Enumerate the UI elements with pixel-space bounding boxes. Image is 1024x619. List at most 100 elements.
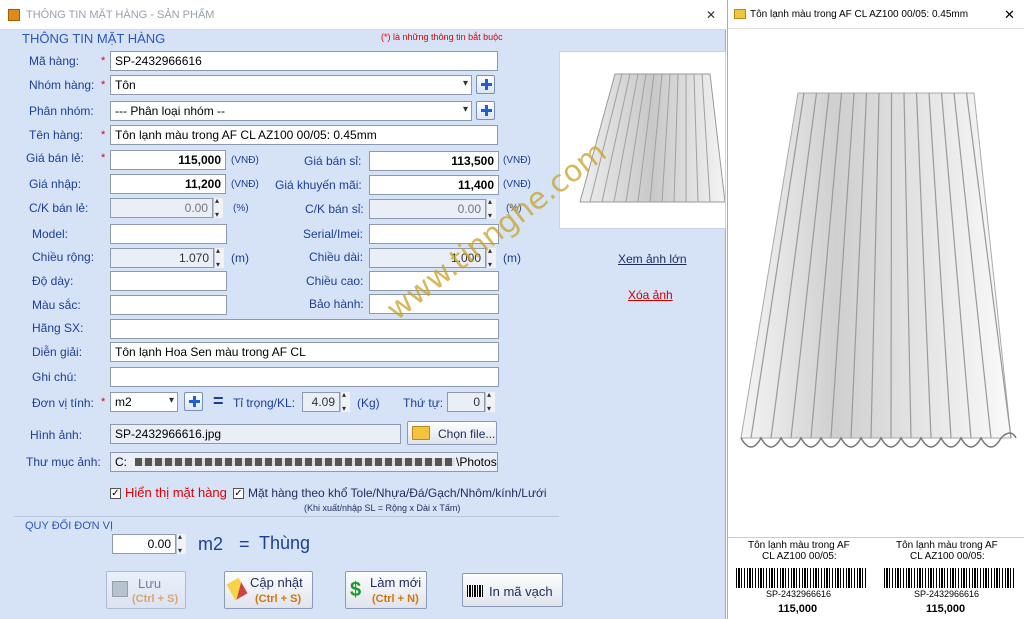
thu-tu-stepper[interactable] xyxy=(485,390,495,413)
print-barcode-label: In mã vạch xyxy=(489,584,553,599)
nhom-hang-label: Nhóm hàng: xyxy=(29,78,95,92)
add-don-vi-tinh-button[interactable] xyxy=(184,392,203,411)
ti-trong-label: Tỉ trọng/KL: xyxy=(233,396,296,410)
barcode xyxy=(736,568,868,588)
required-marker: * xyxy=(101,396,106,408)
refresh-button[interactable]: $ Làm mới (Ctrl + N) xyxy=(345,571,427,609)
phan-nhom-value: --- Phân loại nhóm -- xyxy=(115,104,226,118)
mau-sac-input[interactable] xyxy=(110,295,227,315)
required-note: (*) là những thông tin bắt buộc xyxy=(381,32,503,42)
model-label: Model: xyxy=(32,227,69,241)
barcode-label: Tôn lạnh màu trong AF CL AZ100 00/05: SP… xyxy=(732,539,872,619)
ma-hang-input[interactable]: SP-2432966616 xyxy=(110,51,498,71)
barcode-name-line2: CL AZ100 00/05: xyxy=(910,551,985,562)
thu-muc-anh-prefix: C: xyxy=(115,455,127,469)
gia-khuyen-mai-label: Giá khuyến mãi: xyxy=(275,178,362,192)
chieu-rong-input[interactable]: 1.070 xyxy=(110,248,214,268)
required-marker: * xyxy=(101,55,106,67)
don-vi-tinh-select[interactable]: m2 ▾ xyxy=(110,392,178,412)
redacted-path xyxy=(135,458,455,466)
chieu-dai-unit: (m) xyxy=(503,251,521,265)
theo-kho-note: (Khi xuất/nhập SL = Rộng x Dài x Tấm) xyxy=(304,503,461,513)
quy-doi-unit-from: m2 xyxy=(198,534,224,554)
refresh-icon: $ xyxy=(350,579,362,601)
quy-doi-title: QUY ĐỔI ĐƠN VỊ xyxy=(25,520,114,532)
quy-doi-stepper[interactable] xyxy=(176,532,186,555)
phan-nhom-select[interactable]: --- Phân loại nhóm -- ▾ xyxy=(110,101,472,121)
preview-title-bar: Tôn lạnh màu trong AF CL AZ100 00/05: 0.… xyxy=(728,0,1024,29)
update-button[interactable]: Cập nhật (Ctrl + S) xyxy=(224,571,313,609)
gia-ban-le-input[interactable]: 115,000 xyxy=(110,150,226,170)
thu-tu-input[interactable]: 0 xyxy=(447,392,485,412)
hien-thi-checkbox[interactable]: ✓ xyxy=(110,488,121,499)
hang-sx-label: Hãng SX: xyxy=(32,321,84,335)
chevron-down-icon: ▾ xyxy=(462,104,468,115)
required-marker: * xyxy=(101,129,106,141)
ghi-chu-input[interactable] xyxy=(110,367,499,387)
bao-hanh-label: Bảo hành: xyxy=(309,297,364,311)
dien-giai-label: Diễn giải: xyxy=(32,345,83,359)
ti-trong-stepper[interactable] xyxy=(340,390,350,413)
thu-muc-anh-label: Thư mục ảnh: xyxy=(26,455,101,469)
barcode-code: SP-2432966616 xyxy=(914,589,980,599)
refresh-label: Làm mới xyxy=(370,575,422,590)
preview-divider xyxy=(728,537,1024,538)
ti-trong-input[interactable]: 4.09 xyxy=(302,392,340,412)
product-form-window: THÔNG TIN MẶT HÀNG - SẢN PHẨM ✕ THÔNG TI… xyxy=(0,0,726,619)
print-barcode-button[interactable]: In mã vạch xyxy=(462,573,563,607)
close-icon[interactable]: ✕ xyxy=(706,8,716,22)
ten-hang-label: Tên hàng: xyxy=(29,128,84,142)
hang-sx-input[interactable] xyxy=(110,319,499,339)
close-icon[interactable]: ✕ xyxy=(1004,7,1015,23)
gia-ban-si-input[interactable]: 113,500 xyxy=(369,151,499,171)
hinh-anh-input[interactable]: SP-2432966616.jpg xyxy=(110,424,401,444)
quy-doi-input[interactable]: 0.00 xyxy=(112,534,176,554)
title-bar: THÔNG TIN MẶT HÀNG - SẢN PHẨM ✕ xyxy=(0,0,726,30)
ck-ban-le-stepper[interactable] xyxy=(213,196,223,219)
barcode-price: 115,000 xyxy=(778,603,818,615)
save-label: Lưu xyxy=(138,576,162,591)
gia-ban-le-label: Giá bán lẻ: xyxy=(26,151,85,165)
gia-nhap-input[interactable]: 11,200 xyxy=(110,174,226,194)
gia-ban-si-unit: (VNĐ) xyxy=(503,155,531,166)
add-phan-nhom-button[interactable] xyxy=(476,101,495,120)
delete-image-link[interactable]: Xóa ảnh xyxy=(628,288,673,302)
model-input[interactable] xyxy=(110,224,227,244)
divider xyxy=(14,516,559,517)
thu-muc-anh-input[interactable]: C: \Photos xyxy=(110,452,498,472)
view-large-image-link[interactable]: Xem ảnh lớn xyxy=(618,252,687,266)
equals-sign: = xyxy=(213,391,224,411)
chieu-dai-label: Chiều dài: xyxy=(309,250,364,264)
chieu-rong-stepper[interactable] xyxy=(214,246,224,269)
choose-file-label: Chọn file... xyxy=(438,427,496,441)
theo-kho-checkbox[interactable]: ✓ xyxy=(233,488,244,499)
chieu-cao-label: Chiều cao: xyxy=(306,274,364,288)
do-day-input[interactable] xyxy=(110,271,227,291)
ten-hang-input[interactable]: Tôn lạnh màu trong AF CL AZ100 00/05: 0.… xyxy=(110,125,498,145)
nhom-hang-select[interactable]: Tôn ▾ xyxy=(110,75,472,95)
barcode-code: SP-2432966616 xyxy=(766,589,832,599)
window-title: THÔNG TIN MẶT HÀNG - SẢN PHẨM xyxy=(26,9,215,21)
add-nhom-hang-button[interactable] xyxy=(476,75,495,94)
preview-title: Tôn lạnh màu trong AF CL AZ100 00/05: 0.… xyxy=(750,9,969,20)
chieu-rong-unit: (m) xyxy=(231,251,249,265)
image-preview-window: Tôn lạnh màu trong AF CL AZ100 00/05: 0.… xyxy=(727,0,1024,619)
ma-hang-label: Mã hàng: xyxy=(29,54,80,68)
chevron-down-icon: ▾ xyxy=(462,78,468,89)
nhom-hang-value: Tôn xyxy=(115,78,136,92)
save-button[interactable]: Lưu (Ctrl + S) xyxy=(106,571,186,609)
required-marker: * xyxy=(101,152,106,164)
ck-ban-le-label: C/K bán lẻ: xyxy=(29,201,89,215)
quy-doi-unit-to: Thùng xyxy=(259,533,311,553)
serial-label: Serial/Imei: xyxy=(303,227,364,241)
do-day-label: Độ dày: xyxy=(32,274,74,288)
thu-tu-label: Thứ tự: xyxy=(403,396,444,410)
barcode-label: Tôn lạnh màu trong AF CL AZ100 00/05: SP… xyxy=(880,539,1020,619)
ck-ban-si-input[interactable]: 0.00 xyxy=(369,199,486,219)
choose-file-button[interactable]: Chọn file... xyxy=(407,421,497,445)
gia-nhap-label: Giá nhập: xyxy=(29,177,82,191)
dien-giai-input[interactable]: Tôn lạnh Hoa Sen màu trong AF CL xyxy=(110,342,499,362)
thu-muc-anh-suffix: \Photos xyxy=(456,455,497,469)
gia-khuyen-mai-input[interactable]: 11,400 xyxy=(369,175,499,195)
ck-ban-le-input[interactable]: 0.00 xyxy=(110,198,213,218)
